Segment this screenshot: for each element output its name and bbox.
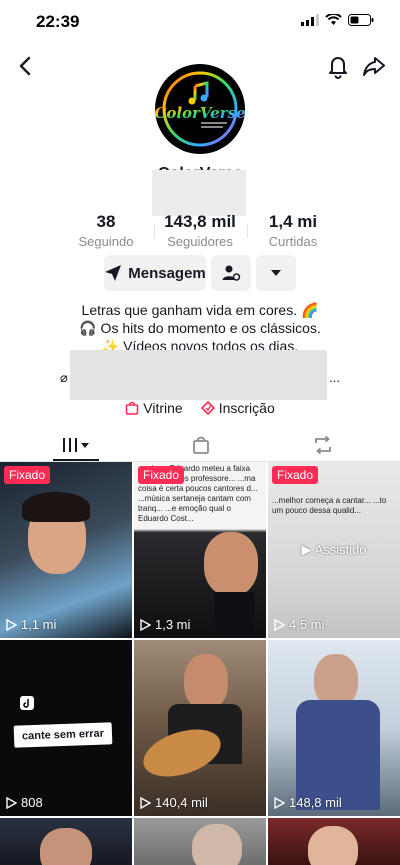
video-thumbnail[interactable]: 148,8 mil: [268, 640, 400, 816]
video-thumbnail[interactable]: [0, 818, 132, 865]
person-figure: [192, 824, 242, 865]
play-icon: [274, 618, 285, 631]
view-count: 148,8 mil: [274, 795, 342, 810]
more-options-button[interactable]: [256, 255, 296, 291]
person-suit: [214, 592, 254, 638]
video-thumbnail[interactable]: 140,4 mil: [134, 640, 266, 816]
shopping-bag-icon: [125, 401, 139, 415]
stat-label: Seguindo: [78, 234, 134, 249]
status-icons: [301, 14, 374, 26]
view-count-value: 4,5 mi: [289, 617, 325, 632]
signal-icon: [301, 14, 319, 26]
stat-following[interactable]: 38 Seguindo: [66, 212, 146, 249]
profile-actions: Mensagem: [0, 255, 400, 293]
stat-value: 143,8 mil: [164, 212, 236, 231]
redaction-block: [70, 350, 327, 400]
shop-label: Vitrine: [143, 400, 183, 416]
view-count: 1,1 mi: [6, 617, 56, 632]
play-icon: [140, 618, 151, 631]
subscription-link[interactable]: Inscrição: [200, 398, 275, 418]
profile-shortcuts: Vitrine Inscrição: [0, 398, 400, 418]
avatar-logo: ColorVerse: [155, 71, 245, 147]
video-thumbnail[interactable]: cante sem errar 808: [0, 640, 132, 816]
repost-icon: [315, 435, 331, 455]
status-time: 22:39: [36, 12, 80, 31]
tab-videos[interactable]: [53, 428, 99, 462]
tab-reposts[interactable]: [300, 428, 346, 462]
caret-down-icon: [271, 270, 281, 276]
add-friend-button[interactable]: [211, 255, 251, 291]
share-icon[interactable]: [360, 52, 388, 80]
bio: Letras que ganham vida em cores. 🌈 🎧 Os …: [0, 301, 400, 355]
status-bar: 22:39: [0, 0, 400, 44]
stat-value: 38: [96, 212, 116, 231]
video-thumbnail[interactable]: [134, 818, 266, 865]
pinned-badge: Fixado: [4, 466, 51, 484]
person-hair: [22, 492, 90, 522]
content-tabs: [0, 428, 400, 462]
view-count-value: 140,4 mil: [155, 795, 208, 810]
link-ellipsis: ...: [329, 370, 340, 385]
stat-label: Curtidas: [268, 234, 318, 249]
profile-stats: 38 Seguindo 143,8 mil Seguidores 1,4 mi …: [0, 212, 400, 249]
watched-label: ▶ Assistido: [301, 542, 367, 557]
shopping-bag-icon: [193, 436, 209, 454]
stat-followers[interactable]: 143,8 mil Seguidores: [150, 212, 250, 249]
caption-overlay: ...melhor começa a cantar... ...to um po…: [272, 496, 387, 515]
subscription-label: Inscrição: [218, 400, 275, 416]
tab-shop[interactable]: [178, 428, 224, 462]
redaction-block: [152, 170, 246, 216]
send-icon: [105, 265, 122, 281]
tiktok-logo-icon: [20, 696, 34, 710]
play-icon: [140, 796, 151, 809]
view-count-value: 1,1 mi: [21, 617, 57, 632]
video-thumbnail[interactable]: Fixado 1,1 mi: [0, 462, 132, 638]
view-count-value: 808: [21, 795, 43, 810]
shop-link[interactable]: Vitrine: [125, 398, 183, 418]
video-grid: Fixado 1,1 mi ...reira o Eduardo meteu a…: [0, 462, 400, 865]
video-thumbnail[interactable]: ...melhor começa a cantar... ...to um po…: [268, 462, 400, 638]
stat-value: 1,4 mi: [268, 212, 318, 231]
grid-icon: [63, 438, 89, 452]
view-count: 140,4 mil: [140, 795, 208, 810]
person-figure: [40, 828, 92, 865]
link-icon: ⌀: [60, 370, 68, 385]
avatar-logo-text: ColorVerse: [155, 104, 245, 122]
user-settings-icon: [222, 265, 241, 281]
bell-icon[interactable]: [324, 52, 352, 80]
stat-label: Seguidores: [167, 234, 233, 249]
active-tab-indicator: [53, 459, 99, 461]
stat-divider: [247, 224, 248, 238]
caption-sticker: cante sem errar: [13, 722, 113, 748]
person-figure: [204, 532, 258, 596]
wifi-icon: [325, 14, 342, 25]
play-icon: [274, 796, 285, 809]
message-button[interactable]: Mensagem: [104, 255, 206, 291]
view-count: 808: [6, 795, 43, 810]
stat-likes[interactable]: 1,4 mi Curtidas: [253, 212, 333, 249]
pinned-badge: Fixado: [138, 466, 185, 484]
play-icon: [6, 618, 17, 631]
play-icon: [6, 796, 17, 809]
view-count-value: 1,3 mi: [155, 617, 191, 632]
bio-line: 🎧 Os hits do momento e os clássicos.: [79, 320, 321, 336]
video-thumbnail[interactable]: [268, 818, 400, 865]
battery-icon: [348, 14, 374, 26]
video-thumbnail[interactable]: ...reira o Eduardo meteu a faixa p... ..…: [134, 462, 266, 638]
back-icon[interactable]: [12, 52, 40, 80]
pinned-badge: Fixado: [272, 466, 319, 484]
person-figure: [308, 826, 358, 865]
person-jacket: [296, 700, 380, 810]
bio-line: Letras que ganham vida em cores. 🌈: [81, 302, 319, 318]
view-count-value: 148,8 mil: [289, 795, 342, 810]
view-count: 1,3 mi: [140, 617, 190, 632]
message-button-label: Mensagem: [128, 264, 206, 282]
avatar[interactable]: ColorVerse: [155, 64, 245, 154]
badge-icon: [200, 401, 215, 415]
view-count: 4,5 mi: [274, 617, 324, 632]
person-figure: [184, 654, 228, 710]
